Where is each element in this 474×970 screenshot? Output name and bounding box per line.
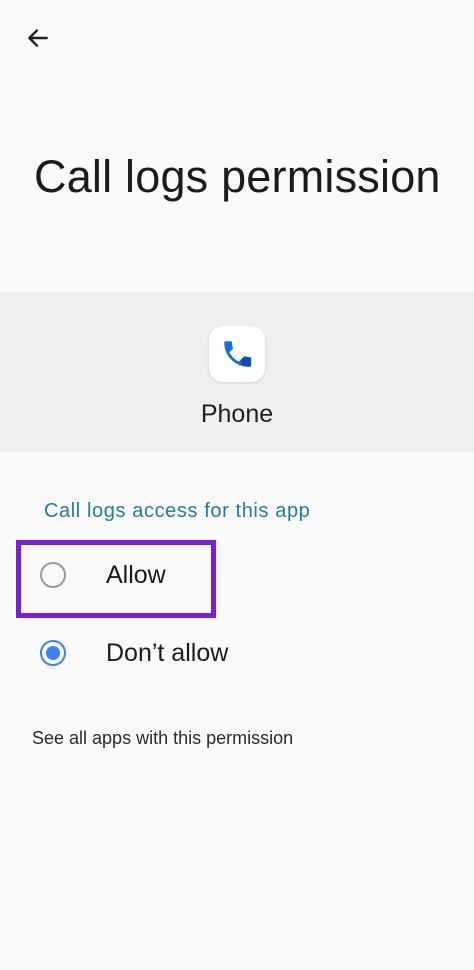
radio-allow[interactable] xyxy=(40,562,66,588)
option-allow[interactable]: Allow xyxy=(0,540,474,610)
page-title: Call logs permission xyxy=(34,151,441,202)
radio-dont-allow[interactable] xyxy=(40,640,66,666)
app-name: Phone xyxy=(200,400,274,428)
option-dont-allow[interactable]: Don’t allow xyxy=(0,618,474,688)
phone-app-icon xyxy=(209,326,265,382)
app-banner: Phone xyxy=(0,292,474,452)
see-all-apps-link[interactable]: See all apps with this permission xyxy=(32,728,293,749)
option-allow-label: Allow xyxy=(106,561,166,589)
arrow-back-icon xyxy=(25,25,51,56)
section-label: Call logs access for this app xyxy=(44,500,311,522)
option-dont-allow-label: Don’t allow xyxy=(106,639,229,667)
back-button[interactable] xyxy=(18,20,58,60)
